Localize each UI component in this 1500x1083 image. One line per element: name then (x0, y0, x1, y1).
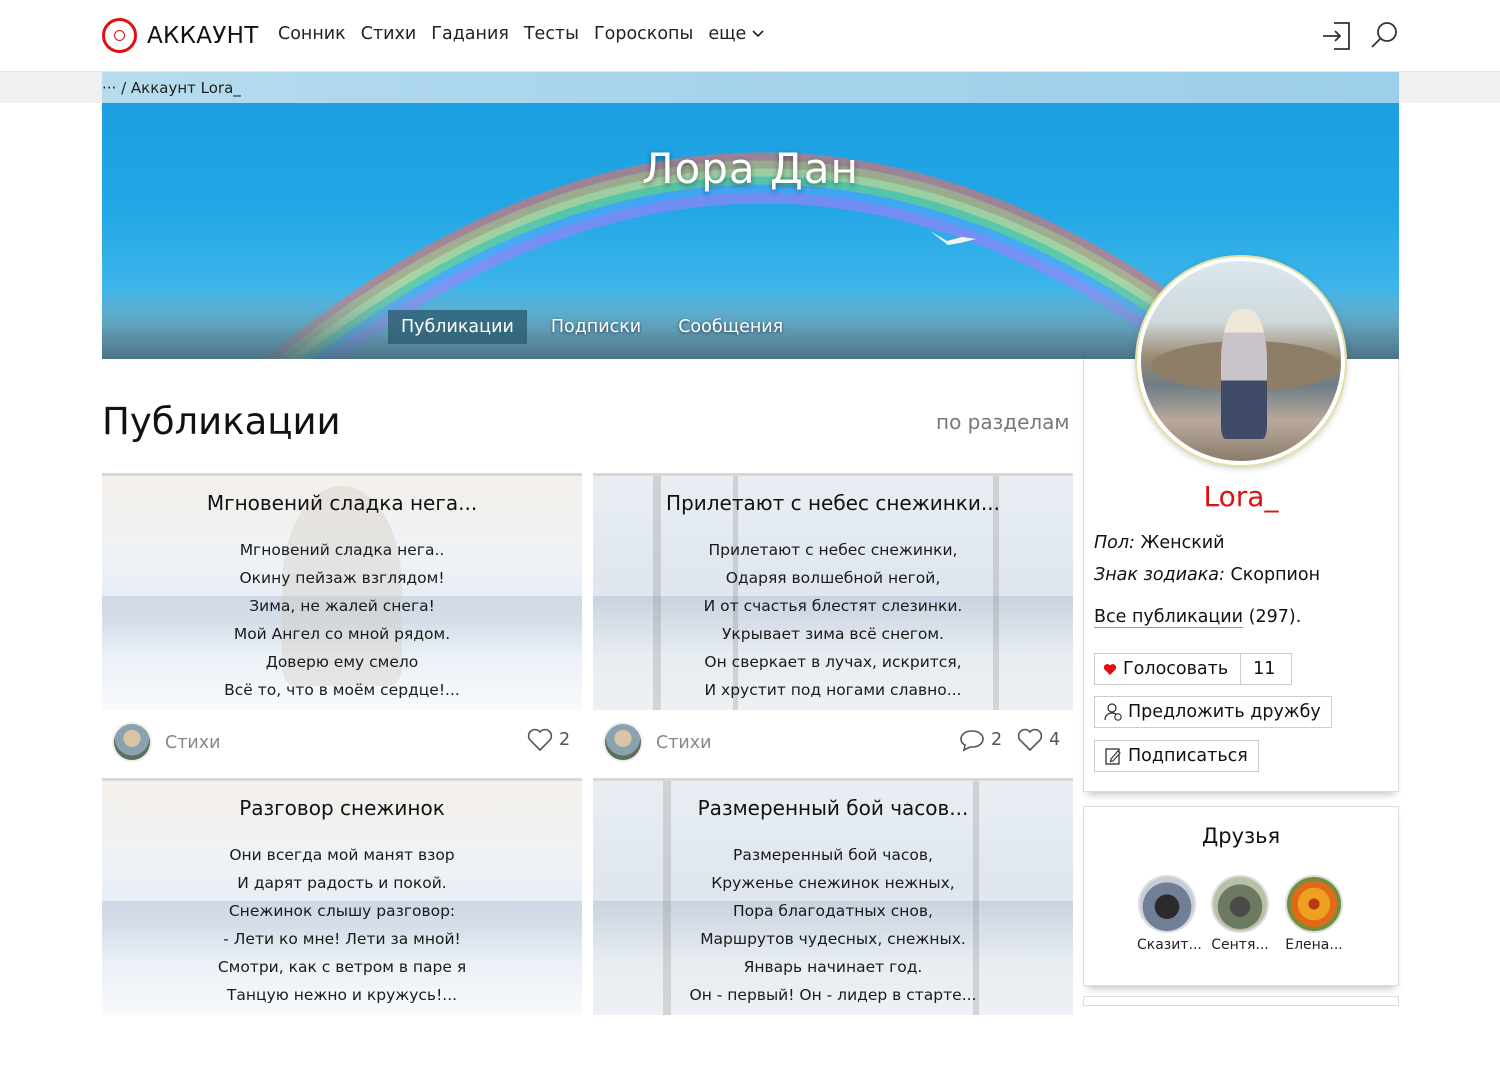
publication-card[interactable]: Разговор снежинок Они всегда мой манят в… (102, 778, 582, 1083)
profile-avatar[interactable] (1137, 257, 1345, 465)
vote-button[interactable]: Голосовать 11 (1094, 653, 1293, 685)
profile-tabs: Публикации Подписки Сообщения (388, 310, 807, 344)
card-excerpt: Они всегда мой манят взор И дарят радост… (217, 846, 467, 1004)
nav-more-label: еще (708, 24, 747, 44)
banner-title: Лора Дан (641, 144, 860, 193)
author-avatar[interactable] (603, 722, 643, 762)
card-title[interactable]: Разговор снежинок (102, 796, 582, 820)
comment-count: 2 (991, 730, 1003, 750)
subscribe-button[interactable]: Подписаться (1094, 740, 1259, 772)
friend-avatar[interactable] (1138, 875, 1196, 933)
nav-item-stihi[interactable]: Стихи (361, 24, 417, 44)
logo-icon (102, 18, 137, 53)
heart-icon (1017, 728, 1043, 752)
friend-item[interactable]: Сентя... (1210, 875, 1270, 953)
chevron-down-icon (752, 30, 764, 38)
card-category[interactable]: Стихи (165, 733, 221, 753)
card-title[interactable]: Размеренный бой часов... (593, 796, 1073, 820)
card-title[interactable]: Мгновений сладка нега... (102, 491, 582, 515)
site-logo[interactable]: АККАУНТ (102, 18, 259, 53)
breadcrumb[interactable]: ··· / Аккаунт Lora_ (102, 79, 241, 97)
author-avatar[interactable] (112, 722, 152, 762)
tab-subscriptions[interactable]: Подписки (538, 310, 654, 344)
all-publications-count: (297). (1248, 607, 1302, 627)
sort-by-sections-link[interactable]: по разделам (936, 410, 1070, 434)
top-header: АККАУНТ Сонник Стихи Гадания Тесты Горос… (0, 0, 1500, 72)
card-footer: Стихи 2 4 (593, 710, 1073, 778)
all-publications: Все публикации (297). (1094, 607, 1302, 628)
like-count: 2 (559, 730, 571, 750)
nav-item-gadaniya[interactable]: Гадания (431, 24, 509, 44)
card-excerpt: Прилетают с небес снежинки, Одаряя волше… (703, 541, 963, 699)
next-sidebar-card (1083, 996, 1399, 1006)
heart-filled-icon (1103, 663, 1117, 675)
page-title: Публикации (102, 400, 341, 443)
profile-gender: Пол: Женский (1094, 533, 1225, 553)
edit-icon (1105, 748, 1121, 765)
add-friend-button[interactable]: Предложить дружбу (1094, 696, 1332, 728)
tab-publications[interactable]: Публикации (388, 310, 527, 344)
friend-avatar[interactable] (1211, 875, 1269, 933)
friends-title: Друзья (1201, 824, 1281, 848)
heart-icon (527, 728, 553, 752)
subscribe-label: Подписаться (1128, 746, 1248, 766)
like-button[interactable]: 4 (1017, 728, 1060, 752)
add-friend-label: Предложить дружбу (1128, 702, 1321, 722)
card-excerpt: Размеренный бой часов, Круженье снежинок… (689, 846, 977, 1004)
friend-name[interactable]: Елена... (1284, 937, 1344, 953)
comments-button[interactable]: 2 (959, 728, 1002, 752)
publication-card[interactable]: Прилетают с небес снежинки... Прилетают … (593, 473, 1073, 778)
tab-messages[interactable]: Сообщения (665, 310, 796, 344)
friend-name[interactable]: Сказит... (1137, 937, 1202, 953)
card-excerpt: Мгновений сладка нега.. Окину пейзаж взг… (224, 541, 460, 699)
publication-card[interactable]: Мгновений сладка нега... Мгновений сладк… (102, 473, 582, 778)
friend-item[interactable]: Елена... (1284, 875, 1344, 953)
profile-nickname: Lora_ (1203, 480, 1279, 513)
comment-icon (960, 730, 984, 752)
card-category[interactable]: Стихи (656, 733, 712, 753)
card-title[interactable]: Прилетают с небес снежинки... (593, 491, 1073, 515)
friend-item[interactable]: Сказит... (1137, 875, 1202, 953)
zodiac-value: Скорпион (1230, 565, 1321, 585)
nav-item-sonnik[interactable]: Сонник (278, 24, 346, 44)
add-user-icon (1104, 703, 1122, 721)
friend-avatar[interactable] (1285, 875, 1343, 933)
gender-value: Женский (1140, 533, 1225, 553)
search-icon[interactable] (1368, 20, 1400, 52)
vote-label: Голосовать (1123, 659, 1229, 679)
card-footer: Стихи 2 (102, 710, 582, 778)
friend-name[interactable]: Сентя... (1210, 937, 1270, 953)
like-button[interactable]: 2 (527, 728, 570, 752)
vote-count: 11 (1240, 654, 1291, 684)
main-nav: Сонник Стихи Гадания Тесты Гороскопы еще (278, 24, 764, 44)
profile-zodiac: Знак зодиака: Скорпион (1094, 565, 1320, 585)
all-publications-link[interactable]: Все публикации (1094, 607, 1244, 628)
like-count: 4 (1049, 730, 1061, 750)
publication-card[interactable]: Размеренный бой часов... Размеренный бой… (593, 778, 1073, 1083)
nav-item-goroskopy[interactable]: Гороскопы (594, 24, 693, 44)
nav-item-more[interactable]: еще (708, 24, 764, 44)
nav-item-testy[interactable]: Тесты (524, 24, 579, 44)
logo-text: АККАУНТ (147, 22, 259, 49)
zodiac-label: Знак зодиака: (1094, 565, 1225, 585)
gender-label: Пол: (1094, 533, 1135, 553)
login-icon[interactable] (1320, 20, 1352, 52)
